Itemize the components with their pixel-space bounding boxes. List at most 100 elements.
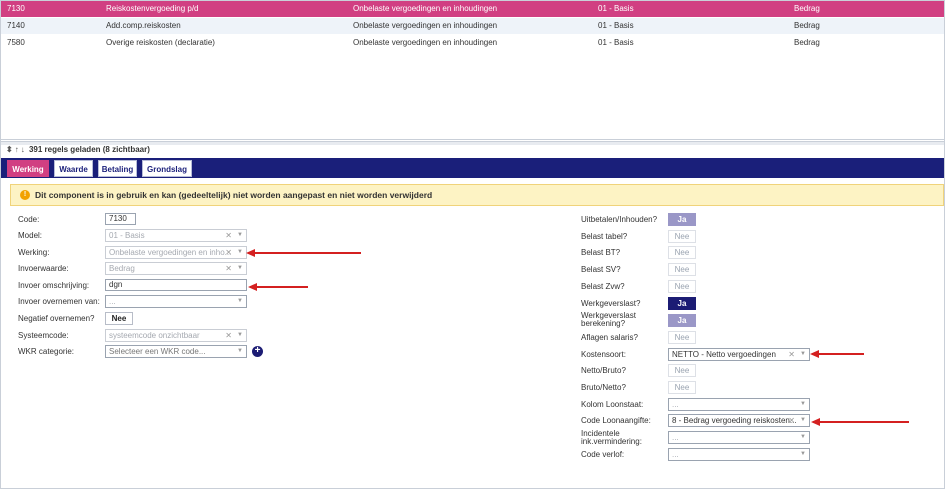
belast-tabel-toggle: Nee xyxy=(668,230,696,243)
bruto-netto-label: Bruto/Netto? xyxy=(581,383,626,392)
arrow-down-icon[interactable]: ↓ xyxy=(21,145,25,155)
tab-waarde[interactable]: Waarde xyxy=(54,160,93,177)
belast-tabel-label: Belast tabel? xyxy=(581,232,628,241)
systeemcode-value: systeemcode onzichtbaar xyxy=(109,331,200,340)
row-model: 01 - Basis xyxy=(598,21,634,30)
chevron-down-icon[interactable]: ▼ xyxy=(800,349,806,360)
row-name: Add.comp.reiskosten xyxy=(106,21,181,30)
belast-sv-label: Belast SV? xyxy=(581,265,621,274)
tab-betaling[interactable]: Betaling xyxy=(98,160,137,177)
list-row[interactable]: 7580 Overige reiskosten (declaratie) Onb… xyxy=(1,35,944,51)
list-row[interactable]: 7140 Add.comp.reiskosten Onbelaste vergo… xyxy=(1,18,944,34)
row-code: 7130 xyxy=(7,4,25,13)
invoer-overnemen-label: Invoer overnemen van: xyxy=(18,297,100,306)
code-verlof-value: ... xyxy=(672,450,679,459)
incidentele-label: Incidentele ink.vermindering: xyxy=(581,430,642,446)
row-name: Reiskostenvergoeding p/d xyxy=(106,4,199,13)
invoer-overnemen-select[interactable]: ... ▼ xyxy=(105,295,247,308)
row-werking: Onbelaste vergoedingen en inhoudingen xyxy=(353,4,498,13)
row-code: 7580 xyxy=(7,38,25,47)
chevron-down-icon: ▼ xyxy=(800,434,806,440)
kostensoort-value: NETTO - Netto vergoedingen xyxy=(672,350,776,359)
chevron-down-icon: ▼ xyxy=(237,265,243,271)
incidentele-value: ... xyxy=(672,433,679,442)
incidentele-select[interactable]: ... ▼ xyxy=(668,431,810,444)
netto-bruto-label: Netto/Bruto? xyxy=(581,366,626,375)
row-name: Overige reiskosten (declaratie) xyxy=(106,38,215,47)
kolom-value: ... xyxy=(672,400,679,409)
chevron-down-icon: ▼ xyxy=(237,232,243,238)
aflagen-label: Aflagen salaris? xyxy=(581,333,638,342)
arrow-up-icon[interactable]: ↑ xyxy=(15,145,19,155)
invoerwaarde-value: Bedrag xyxy=(109,264,135,273)
status-text: 391 regels geladen (8 zichtbaar) xyxy=(28,145,150,154)
component-window: 7130 Reiskostenvergoeding p/d Onbelaste … xyxy=(0,0,945,489)
incidentele-label-line2: ink.vermindering: xyxy=(581,437,642,446)
code-loon-label: Code Loonaangifte: xyxy=(581,416,651,425)
werking-select: Onbelaste vergoedingen en inho... ✕ ▼ xyxy=(105,246,247,259)
aflagen-toggle: Nee xyxy=(668,331,696,344)
belast-zvw-toggle: Nee xyxy=(668,280,696,293)
negatief-toggle[interactable]: Nee xyxy=(105,312,133,325)
code-verlof-label: Code verlof: xyxy=(581,450,625,459)
code-verlof-select[interactable]: ... ▼ xyxy=(668,448,810,461)
warning-text: Dit component is in gebruik en kan (gede… xyxy=(35,190,433,200)
clear-icon[interactable]: ✕ xyxy=(788,415,795,426)
werkgeverslast-toggle[interactable]: Ja xyxy=(668,297,696,310)
chevron-down-icon: ▼ xyxy=(800,451,806,457)
row-model: 01 - Basis xyxy=(598,38,634,47)
chevron-down-icon[interactable]: ▼ xyxy=(800,415,806,426)
model-select: 01 - Basis ✕ ▼ xyxy=(105,229,247,242)
wkr-label: WKR categorie: xyxy=(18,347,75,356)
chevron-down-icon: ▼ xyxy=(237,332,243,338)
tab-werking[interactable]: Werking xyxy=(7,160,49,177)
chevron-down-icon: ▼ xyxy=(237,298,243,304)
werking-value: Onbelaste vergoedingen en inho... xyxy=(109,248,232,257)
kostensoort-select[interactable]: NETTO - Netto vergoedingen ✕ ▼ xyxy=(668,348,810,361)
sort-icon[interactable]: ⬍ xyxy=(6,145,13,155)
clear-icon: ✕ xyxy=(225,248,232,257)
belast-bt-label: Belast BT? xyxy=(581,248,621,257)
warning-banner: ! Dit component is in gebruik en kan (ge… xyxy=(10,184,944,206)
werkgeverslast-ber-label-line2: berekening? xyxy=(581,319,626,328)
invoer-omschrijving-label: Invoer omschrijving: xyxy=(18,281,90,290)
clear-icon: ✕ xyxy=(225,331,232,340)
warning-icon: ! xyxy=(20,190,30,200)
clear-icon: ✕ xyxy=(225,231,232,240)
werkgeverslast-ber-toggle: Ja xyxy=(668,314,696,327)
model-label: Model: xyxy=(18,231,43,240)
clear-icon[interactable]: ✕ xyxy=(788,349,795,360)
tab-bar: Werking Waarde Betaling Grondslag xyxy=(1,158,944,178)
belast-zvw-label: Belast Zvw? xyxy=(581,282,625,291)
negatief-label: Negatief overnemen? xyxy=(18,314,95,323)
systeemcode-select: systeemcode onzichtbaar ✕ ▼ xyxy=(105,329,247,342)
row-invoer: Bedrag xyxy=(794,21,820,30)
chevron-down-icon: ▼ xyxy=(237,348,243,354)
uitbetalen-label: Uitbetalen/Inhouden? xyxy=(581,215,658,224)
list-row[interactable]: 7130 Reiskostenvergoeding p/d Onbelaste … xyxy=(1,1,944,17)
row-werking: Onbelaste vergoedingen en inhoudingen xyxy=(353,38,498,47)
systeemcode-label: Systeemcode: xyxy=(18,331,69,340)
kostensoort-label: Kostensoort: xyxy=(581,350,626,359)
invoer-omschrijving-input[interactable]: dgn xyxy=(105,279,247,291)
code-loon-select[interactable]: 8 - Bedrag vergoeding reiskosten... ✕ ▼ xyxy=(668,414,810,427)
clear-icon: ✕ xyxy=(225,264,232,273)
kolom-select[interactable]: ... ▼ xyxy=(668,398,810,411)
row-invoer: Bedrag xyxy=(794,38,820,47)
chevron-down-icon: ▼ xyxy=(800,401,806,407)
werkgeverslast-ber-label: Werkgeverslast berekening? xyxy=(581,312,636,328)
invoer-overnemen-value: ... xyxy=(109,297,116,306)
belast-sv-toggle: Nee xyxy=(668,263,696,276)
row-invoer: Bedrag xyxy=(794,4,820,13)
tab-grondslag[interactable]: Grondslag xyxy=(142,160,192,177)
bruto-netto-toggle: Nee xyxy=(668,381,696,394)
status-bar: ⬍ ↑ ↓ 391 regels geladen (8 zichtbaar) xyxy=(6,145,150,155)
chevron-down-icon: ▼ xyxy=(237,249,243,255)
werking-label: Werking: xyxy=(18,248,50,257)
belast-bt-toggle: Nee xyxy=(668,246,696,259)
invoerwaarde-select: Bedrag ✕ ▼ xyxy=(105,262,247,275)
wkr-select[interactable]: Selecteer een WKR code... ▼ xyxy=(105,345,247,358)
add-wkr-icon[interactable]: + xyxy=(252,346,263,357)
code-field[interactable]: 7130 xyxy=(105,213,136,225)
werkgeverslast-label: Werkgeverslast? xyxy=(581,299,641,308)
